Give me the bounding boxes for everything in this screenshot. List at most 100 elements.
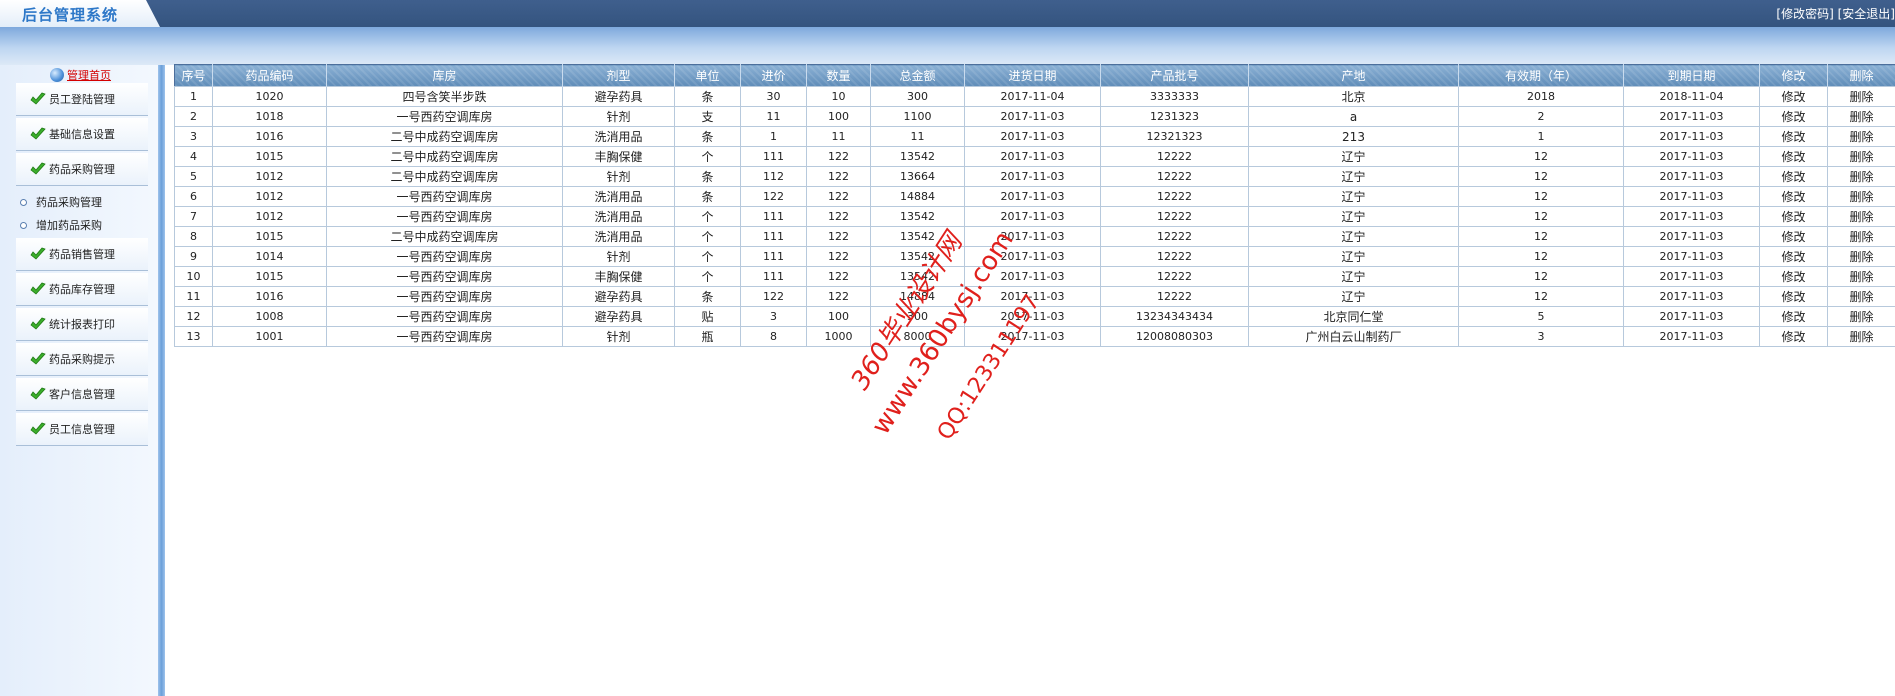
table-cell: 2017-11-03 (1623, 186, 1760, 207)
sidebar-menu-item[interactable]: 员工信息管理 (16, 413, 148, 446)
sidebar-menu-item[interactable]: 药品库存管理 (16, 273, 148, 306)
edit-link[interactable]: 修改 (1759, 126, 1828, 147)
table-cell: 12 (1458, 286, 1624, 307)
column-header: 删除 (1827, 64, 1895, 87)
table-cell: 2017-11-03 (964, 206, 1101, 227)
table-cell: 一号西药空调库房 (326, 266, 563, 287)
table-cell: 13542 (870, 146, 965, 167)
delete-link[interactable]: 删除 (1827, 286, 1895, 307)
sidebar-menu-item[interactable]: 员工登陆管理 (16, 83, 148, 116)
sidebar-menu-item[interactable]: 基础信息设置 (16, 118, 148, 151)
table-cell: 丰胸保健 (562, 266, 675, 287)
table-row: 8 1015 二号中成药空调库房 洗消用品个 111 122 13542 2017-11-03… (174, 226, 1895, 247)
delete-link[interactable]: 删除 (1827, 246, 1895, 267)
table-cell: 2017-11-03 (964, 166, 1101, 187)
sidebar-submenu-label: 增加药品采购 (36, 219, 102, 232)
table-cell: 2018 (1458, 86, 1624, 107)
table-cell: 122 (806, 206, 871, 227)
delete-link[interactable]: 删除 (1827, 166, 1895, 187)
delete-link[interactable]: 删除 (1827, 226, 1895, 247)
table-cell: 2017-11-03 (964, 186, 1101, 207)
edit-link[interactable]: 修改 (1759, 226, 1828, 247)
table-cell: 10 (174, 266, 213, 287)
table-cell: 辽宁 (1248, 206, 1459, 227)
delete-link[interactable]: 删除 (1827, 306, 1895, 327)
table-cell: 12222 (1100, 226, 1249, 247)
table-cell: 13234343434 (1100, 306, 1249, 327)
top-links: [修改密码] [安全退出] (1776, 5, 1895, 22)
delete-link[interactable]: 删除 (1827, 146, 1895, 167)
column-header: 到期日期 (1623, 64, 1760, 87)
delete-link[interactable]: 删除 (1827, 326, 1895, 347)
sidebar-submenu-item[interactable]: 药品采购管理 (20, 193, 102, 211)
table-cell: 避孕药具 (562, 86, 675, 107)
table-row: 3 1016 二号中成药空调库房 洗消用品条 1 11 11 2017-11-03 123213… (174, 126, 1895, 147)
sidebar-menu-item[interactable]: 药品销售管理 (16, 238, 148, 271)
table-cell: 8 (174, 226, 213, 247)
table-cell: 洗消用品 (562, 226, 675, 247)
delete-link[interactable]: 删除 (1827, 86, 1895, 107)
table-cell: 12222 (1100, 186, 1249, 207)
column-header: 库房 (326, 64, 563, 87)
green-arrow-icon (30, 127, 46, 141)
table-cell: 2 (1458, 106, 1624, 127)
table-row: 4 1015 二号中成药空调库房 丰胸保健个 111 122 13542 2017-11-03… (174, 146, 1895, 167)
change-password-link[interactable]: [修改密码] (1776, 7, 1833, 21)
table-cell: 洗消用品 (562, 206, 675, 227)
edit-link[interactable]: 修改 (1759, 246, 1828, 267)
table-row: 9 1014 一号西药空调库房 针剂个 111 122 13542 2017-11-03 122… (174, 246, 1895, 267)
table-cell: 111 (740, 206, 807, 227)
sidebar-submenu-item[interactable]: 增加药品采购 (20, 216, 102, 234)
column-header: 修改 (1759, 64, 1828, 87)
delete-link[interactable]: 删除 (1827, 106, 1895, 127)
sidebar-menu-item[interactable]: 药品采购管理 (16, 153, 148, 186)
edit-link[interactable]: 修改 (1759, 166, 1828, 187)
delete-link[interactable]: 删除 (1827, 186, 1895, 207)
column-header: 总金额 (870, 64, 965, 87)
logout-link[interactable]: [安全退出] (1838, 7, 1895, 21)
table-cell: 2017-11-03 (1623, 306, 1760, 327)
logo: 后台管理系统 (0, 0, 160, 27)
table-cell: 2017-11-03 (1623, 326, 1760, 347)
edit-link[interactable]: 修改 (1759, 146, 1828, 167)
table-cell: 2017-11-03 (1623, 266, 1760, 287)
edit-link[interactable]: 修改 (1759, 106, 1828, 127)
home-link[interactable]: 管理首页 (50, 66, 111, 84)
sidebar-menu-label: 客户信息管理 (49, 388, 115, 401)
delete-link[interactable]: 删除 (1827, 126, 1895, 147)
sidebar-menu-item[interactable]: 客户信息管理 (16, 378, 148, 411)
edit-link[interactable]: 修改 (1759, 306, 1828, 327)
sidebar-menu-label: 员工登陆管理 (49, 93, 115, 106)
edit-link[interactable]: 修改 (1759, 86, 1828, 107)
delete-link[interactable]: 删除 (1827, 206, 1895, 227)
edit-link[interactable]: 修改 (1759, 266, 1828, 287)
table-cell: 个 (674, 226, 741, 247)
table-cell: 一号西药空调库房 (326, 306, 563, 327)
table-cell: 12 (174, 306, 213, 327)
sidebar-menu-item[interactable]: 统计报表打印 (16, 308, 148, 341)
table-cell: 11 (870, 126, 965, 147)
table-cell: 2017-11-03 (1623, 106, 1760, 127)
table-cell: 1020 (212, 86, 327, 107)
edit-link[interactable]: 修改 (1759, 186, 1828, 207)
logo-text: 后台管理系统 (22, 6, 119, 24)
table-cell: 1018 (212, 106, 327, 127)
table-cell: 2017-11-03 (964, 126, 1101, 147)
delete-link[interactable]: 删除 (1827, 266, 1895, 287)
edit-link[interactable]: 修改 (1759, 286, 1828, 307)
table-cell: 一号西药空调库房 (326, 186, 563, 207)
column-header: 有效期（年） (1458, 64, 1624, 87)
sidebar-menu-item[interactable]: 药品采购提示 (16, 343, 148, 376)
sidebar-menu-label: 药品销售管理 (49, 248, 115, 261)
table-cell: 1012 (212, 206, 327, 227)
table-cell: 条 (674, 126, 741, 147)
table-cell: 辽宁 (1248, 246, 1459, 267)
edit-link[interactable]: 修改 (1759, 206, 1828, 227)
sidebar-menu-label: 药品采购管理 (49, 163, 115, 176)
header-sub-bar (0, 27, 1895, 65)
edit-link[interactable]: 修改 (1759, 326, 1828, 347)
frame-divider[interactable] (158, 65, 165, 696)
table-cell: 贴 (674, 306, 741, 327)
table-cell: 针剂 (562, 246, 675, 267)
table-cell: 122 (806, 286, 871, 307)
